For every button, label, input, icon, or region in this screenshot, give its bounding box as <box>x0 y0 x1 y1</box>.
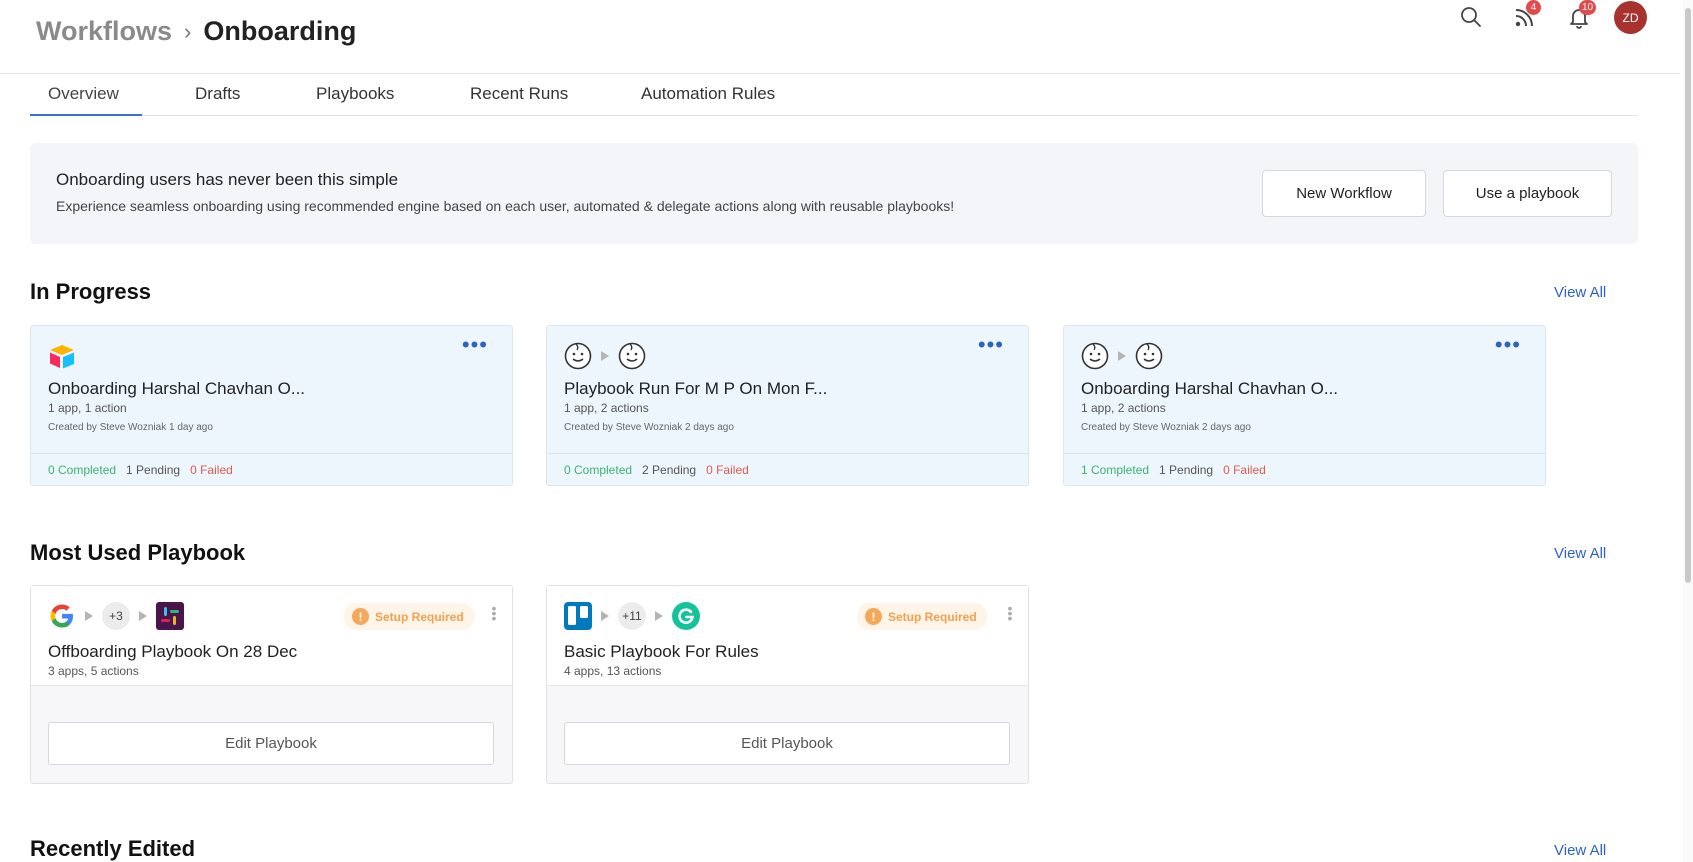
kebab-menu-icon[interactable]: • • • <box>491 601 497 625</box>
card-creator: Created by Steve Wozniak 1 day ago <box>48 422 213 433</box>
app-icons <box>48 341 76 371</box>
edit-playbook-button[interactable]: Edit Playbook <box>564 722 1010 765</box>
top-header: Workflows › Onboarding 4 10 ZD <box>0 0 1680 74</box>
smiley-app-icon <box>1135 342 1163 370</box>
more-options-icon[interactable]: ••• <box>462 334 488 356</box>
most-used-playbook-heading: Most Used Playbook <box>30 540 246 565</box>
completed-count: 0 Completed <box>48 463 117 477</box>
google-app-icon <box>50 604 73 628</box>
trello-app-icon <box>564 602 592 630</box>
active-tab-indicator <box>30 114 142 116</box>
failed-count: 0 Failed <box>1223 463 1266 477</box>
playbook-card[interactable]: +11 ! Setup Required • • • Basic Playbook … <box>546 585 1029 784</box>
banner-subtitle: Experience seamless onboarding using rec… <box>56 198 955 214</box>
app-icons: +11 <box>564 601 700 631</box>
failed-count: 0 Failed <box>190 463 233 477</box>
in-progress-card[interactable]: ••• Playbook Run For M P On Mon F... 1 a… <box>546 325 1029 486</box>
more-options-icon[interactable]: ••• <box>1495 334 1521 356</box>
smiley-app-icon <box>1081 342 1109 370</box>
tab-drafts[interactable]: Drafts <box>195 84 240 116</box>
search-button[interactable] <box>1454 0 1488 34</box>
setup-required-label: Setup Required <box>888 609 977 624</box>
scrollbar-thumb[interactable] <box>1685 8 1691 583</box>
tab-overview[interactable]: Overview <box>48 84 119 116</box>
play-arrow-icon <box>655 611 663 621</box>
feed-count-badge: 4 <box>1526 0 1541 15</box>
recently-edited-view-all-link[interactable]: View All <box>1554 842 1606 859</box>
in-progress-card[interactable]: ••• Onboarding Harshal Chavhan O... 1 ap… <box>1063 325 1546 486</box>
playbook-summary: 4 apps, 13 actions <box>564 664 662 678</box>
breadcrumb-workflows-link[interactable]: Workflows <box>36 16 172 47</box>
chevron-right-icon: › <box>184 18 192 44</box>
most-used-view-all-link[interactable]: View All <box>1554 545 1606 562</box>
kebab-menu-icon[interactable]: • • • <box>1007 601 1013 625</box>
onboarding-banner: Onboarding users has never been this sim… <box>30 143 1638 244</box>
banner-title: Onboarding users has never been this sim… <box>56 170 399 189</box>
in-progress-heading: In Progress <box>30 279 152 304</box>
playbook-title: Basic Playbook For Rules <box>564 642 759 661</box>
warning-icon: ! <box>352 608 369 625</box>
pending-count: 2 Pending <box>642 463 697 477</box>
page-scrollbar[interactable] <box>1683 0 1693 862</box>
new-workflow-button[interactable]: New Workflow <box>1262 170 1426 217</box>
play-arrow-icon <box>139 611 147 621</box>
card-status-bar: 0 Completed 2 Pending 0 Failed <box>547 453 1028 486</box>
recently-edited-heading: Recently Edited <box>30 836 196 861</box>
card-status-bar: 0 Completed 1 Pending 0 Failed <box>31 453 512 486</box>
breadcrumb: Workflows › Onboarding <box>36 16 356 47</box>
setup-required-label: Setup Required <box>375 609 464 624</box>
tab-playbooks[interactable]: Playbooks <box>316 84 394 116</box>
card-summary: 1 app, 2 actions <box>564 401 649 415</box>
playbook-card[interactable]: +3 ! Setup Required • • • Offboarding Play… <box>30 585 513 784</box>
more-apps-count: +3 <box>102 602 130 630</box>
smiley-app-icon <box>564 342 592 370</box>
edit-playbook-button[interactable]: Edit Playbook <box>48 722 494 765</box>
pending-count: 1 Pending <box>126 463 181 477</box>
card-summary: 1 app, 2 actions <box>1081 401 1166 415</box>
play-arrow-icon <box>1118 351 1126 361</box>
playbook-title: Offboarding Playbook On 28 Dec <box>48 642 298 661</box>
completed-count: 0 Completed <box>564 463 633 477</box>
tab-bar: Overview Drafts Playbooks Recent Runs Au… <box>30 76 1638 116</box>
card-creator: Created by Steve Wozniak 2 days ago <box>1081 422 1251 433</box>
app-icons: +3 <box>48 601 184 631</box>
in-progress-card[interactable]: ••• Onboarding Harshal Chavhan O... 1 ap… <box>30 325 513 486</box>
feed-button[interactable]: 4 <box>1508 0 1542 34</box>
setup-required-badge: ! Setup Required <box>857 603 987 630</box>
slack-app-icon <box>156 602 184 630</box>
playbook-summary: 3 apps, 5 actions <box>48 664 139 678</box>
card-title: Playbook Run For M P On Mon F... <box>564 379 828 398</box>
in-progress-view-all-link[interactable]: View All <box>1554 284 1606 301</box>
page-title: Onboarding <box>203 16 357 46</box>
notification-count-badge: 10 <box>1579 0 1597 15</box>
setup-required-badge: ! Setup Required <box>344 603 474 630</box>
use-playbook-button[interactable]: Use a playbook <box>1443 170 1612 217</box>
app-icons <box>564 341 646 371</box>
notifications-button[interactable]: 10 <box>1562 0 1597 34</box>
failed-count: 0 Failed <box>706 463 749 477</box>
tab-automation-rules[interactable]: Automation Rules <box>641 84 775 116</box>
playbook-card-header: +3 ! Setup Required • • • Offboarding Play… <box>31 586 512 686</box>
user-avatar[interactable]: ZD <box>1614 1 1647 34</box>
grammarly-app-icon <box>672 602 700 630</box>
play-arrow-icon <box>601 351 609 361</box>
card-summary: 1 app, 1 action <box>48 401 127 415</box>
search-icon <box>1461 7 1481 27</box>
playbook-card-header: +11 ! Setup Required • • • Basic Playbook … <box>547 586 1028 686</box>
app-icons <box>1081 341 1163 371</box>
completed-count: 1 Completed <box>1081 463 1150 477</box>
card-title: Onboarding Harshal Chavhan O... <box>48 379 306 398</box>
play-arrow-icon <box>85 611 93 621</box>
card-status-bar: 1 Completed 1 Pending 0 Failed <box>1064 453 1545 486</box>
more-options-icon[interactable]: ••• <box>978 334 1004 356</box>
more-apps-count: +11 <box>618 602 646 630</box>
tab-recent-runs[interactable]: Recent Runs <box>470 84 568 116</box>
card-creator: Created by Steve Wozniak 2 days ago <box>564 422 734 433</box>
play-arrow-icon <box>601 611 609 621</box>
pending-count: 1 Pending <box>1159 463 1214 477</box>
card-title: Onboarding Harshal Chavhan O... <box>1081 379 1339 398</box>
airtable-app-icon <box>50 345 74 369</box>
warning-icon: ! <box>865 608 882 625</box>
smiley-app-icon <box>618 342 646 370</box>
